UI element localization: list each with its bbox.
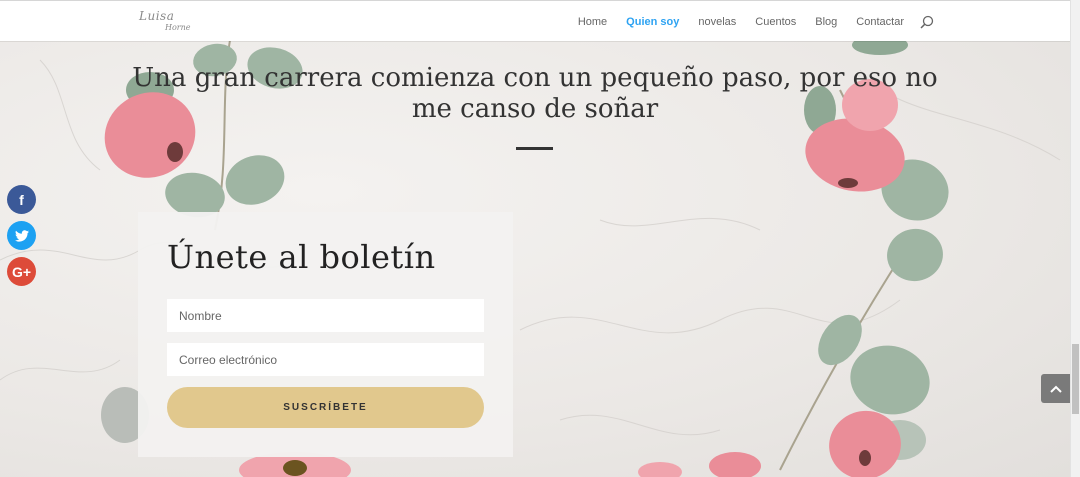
search-icon[interactable] bbox=[920, 15, 934, 29]
nav-quien-soy[interactable]: Quien soy bbox=[626, 16, 679, 28]
nav-blog[interactable]: Blog bbox=[815, 16, 837, 28]
page-scrollbar[interactable] bbox=[1070, 0, 1080, 477]
site-header: Luisa Horne Home Quien soy novelas Cuent… bbox=[0, 0, 1070, 41]
subscribe-button[interactable]: SUSCRÍBETE bbox=[167, 387, 484, 428]
scrollbar-thumb[interactable] bbox=[1072, 344, 1079, 414]
back-to-top-button[interactable] bbox=[1041, 374, 1070, 403]
googleplus-share-button[interactable]: G+ bbox=[7, 257, 36, 286]
email-field[interactable] bbox=[167, 343, 484, 376]
title-divider bbox=[516, 147, 553, 150]
nav-novelas[interactable]: novelas bbox=[698, 16, 736, 28]
newsletter-title: Únete al boletín bbox=[167, 238, 436, 276]
main-nav: Home Quien soy novelas Cuentos Blog Cont… bbox=[559, 1, 934, 42]
site-logo[interactable]: Luisa Horne bbox=[139, 9, 199, 35]
chevron-up-icon bbox=[1049, 385, 1062, 393]
logo-sub-text: Horne bbox=[165, 23, 191, 32]
newsletter-box: Únete al boletín SUSCRÍBETE bbox=[138, 212, 513, 457]
nav-cuentos[interactable]: Cuentos bbox=[755, 16, 796, 28]
twitter-share-button[interactable] bbox=[7, 221, 36, 250]
nav-home[interactable]: Home bbox=[578, 16, 607, 28]
facebook-icon: f bbox=[19, 191, 24, 208]
name-field[interactable] bbox=[167, 299, 484, 332]
logo-main-text: Luisa bbox=[139, 9, 175, 23]
twitter-icon bbox=[14, 229, 29, 242]
hero-title: Una gran carrera comienza con un pequeño… bbox=[132, 63, 938, 124]
facebook-share-button[interactable]: f bbox=[7, 185, 36, 214]
googleplus-icon: G+ bbox=[11, 263, 32, 280]
nav-contactar[interactable]: Contactar bbox=[856, 16, 904, 28]
